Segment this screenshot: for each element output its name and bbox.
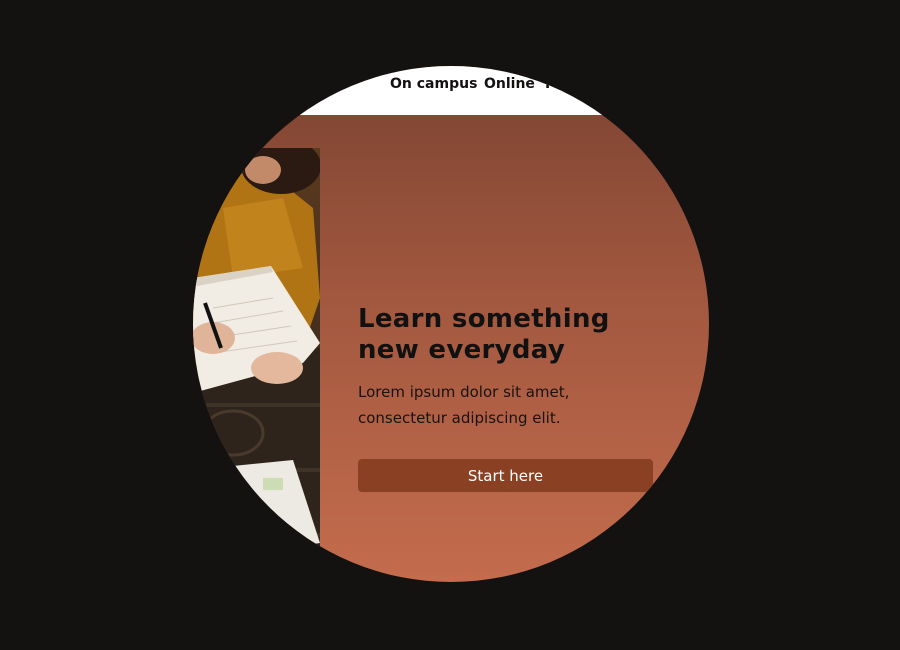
hero-text-block: Learn something new everyday Lorem ipsum… <box>358 304 658 431</box>
hero-photo <box>193 148 320 582</box>
nav-link-partial[interactable]: F <box>545 76 555 92</box>
hero-title-line-2: new everyday <box>358 335 566 365</box>
hero-body-line-2: consectetur adipiscing elit. <box>358 409 561 427</box>
hero-title-line-1: Learn something <box>358 304 610 334</box>
hero-body-line-1: Lorem ipsum dolor sit amet, <box>358 383 570 401</box>
hero-title: Learn something new everyday <box>358 304 658 366</box>
circular-viewport: On campus Online F Learn something new e… <box>193 66 709 582</box>
nav-link-on-campus[interactable]: On campus <box>390 76 477 92</box>
start-here-button[interactable]: Start here <box>358 459 653 492</box>
hero-body-text: Lorem ipsum dolor sit amet, consectetur … <box>358 379 658 431</box>
nav-link-online[interactable]: Online <box>484 76 535 92</box>
top-navbar: On campus Online F <box>193 66 709 115</box>
student-writing-illustration <box>193 148 320 582</box>
page-background: On campus Online F Learn something new e… <box>0 0 900 650</box>
